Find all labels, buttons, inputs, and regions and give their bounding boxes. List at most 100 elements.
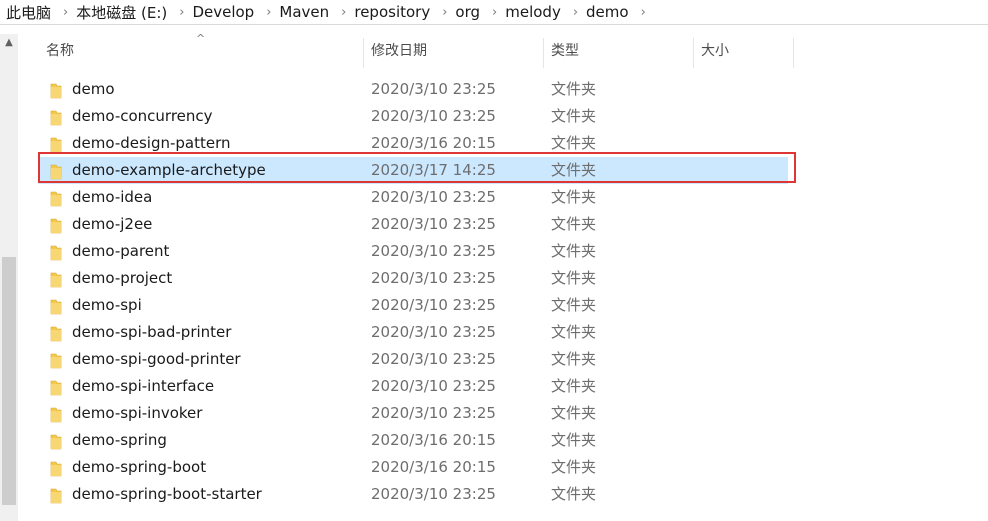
folder-icon <box>50 270 62 288</box>
file-type: 文件夹 <box>551 350 597 368</box>
folder-icon <box>50 162 62 180</box>
file-row[interactable]: demo-spi-good-printer 2020/3/10 23:25 文件夹 <box>38 346 788 373</box>
breadcrumb-item-demo[interactable]: demo <box>578 3 629 21</box>
chevron-right-icon[interactable]: › <box>629 5 646 20</box>
chevron-right-icon[interactable]: › <box>430 5 447 20</box>
file-type: 文件夹 <box>551 404 597 422</box>
chevron-right-icon[interactable]: › <box>561 5 578 20</box>
file-modified-date: 2020/3/10 23:25 <box>371 296 496 314</box>
file-row[interactable]: demo-example-archetype 2020/3/17 14:25 文件夹 <box>38 157 788 184</box>
file-modified-date: 2020/3/10 23:25 <box>371 377 496 395</box>
scrollbar-thumb[interactable] <box>2 257 16 505</box>
file-row[interactable]: demo-spi-invoker 2020/3/10 23:25 文件夹 <box>38 400 788 427</box>
column-header-date[interactable]: 修改日期 <box>371 34 427 68</box>
file-row[interactable]: demo-project 2020/3/10 23:25 文件夹 <box>38 265 788 292</box>
folder-icon <box>50 297 62 315</box>
folder-icon <box>50 486 62 504</box>
scroll-up-arrow-icon[interactable]: ▲ <box>4 38 14 48</box>
file-row[interactable]: demo-design-pattern 2020/3/16 20:15 文件夹 <box>38 130 788 157</box>
breadcrumb-item-drive-e[interactable]: 本地磁盘 (E:) <box>68 2 167 23</box>
folder-icon <box>50 432 62 450</box>
file-type: 文件夹 <box>551 485 597 503</box>
file-type: 文件夹 <box>551 296 597 314</box>
file-name: demo-example-archetype <box>72 161 266 179</box>
file-type: 文件夹 <box>551 269 597 287</box>
file-row[interactable]: demo-idea 2020/3/10 23:25 文件夹 <box>38 184 788 211</box>
file-row[interactable]: demo 2020/3/10 23:25 文件夹 <box>38 76 788 103</box>
folder-icon <box>50 216 62 234</box>
file-type: 文件夹 <box>551 323 597 341</box>
file-type: 文件夹 <box>551 80 597 98</box>
file-row[interactable]: demo-spi 2020/3/10 23:25 文件夹 <box>38 292 788 319</box>
chevron-right-icon[interactable]: › <box>51 5 68 20</box>
file-modified-date: 2020/3/10 23:25 <box>371 404 496 422</box>
file-modified-date: 2020/3/16 20:15 <box>371 458 496 476</box>
column-header: ^ 名称 修改日期 类型 大小 <box>18 32 988 68</box>
column-header-type[interactable]: 类型 <box>551 34 579 68</box>
file-modified-date: 2020/3/10 23:25 <box>371 80 496 98</box>
file-type: 文件夹 <box>551 458 597 476</box>
file-name: demo-spring <box>72 431 167 449</box>
breadcrumb-item-this-pc[interactable]: 此电脑 <box>0 2 51 23</box>
file-name: demo <box>72 80 115 98</box>
folder-icon <box>50 81 62 99</box>
column-header-size[interactable]: 大小 <box>701 34 729 68</box>
file-type: 文件夹 <box>551 161 597 179</box>
file-modified-date: 2020/3/10 23:25 <box>371 107 496 125</box>
file-name: demo-design-pattern <box>72 134 231 152</box>
file-modified-date: 2020/3/10 23:25 <box>371 485 496 503</box>
chevron-right-icon[interactable]: › <box>329 5 346 20</box>
file-name: demo-spi <box>72 296 142 314</box>
file-name: demo-idea <box>72 188 153 206</box>
file-row[interactable]: demo-spi-bad-printer 2020/3/10 23:25 文件夹 <box>38 319 788 346</box>
file-type: 文件夹 <box>551 431 597 449</box>
folder-icon <box>50 135 62 153</box>
file-row[interactable]: demo-spi-interface 2020/3/10 23:25 文件夹 <box>38 373 788 400</box>
breadcrumb-item-org[interactable]: org <box>447 3 480 21</box>
breadcrumb-item-develop[interactable]: Develop <box>184 3 254 21</box>
file-row[interactable]: demo-concurrency 2020/3/10 23:25 文件夹 <box>38 103 788 130</box>
folder-icon <box>50 405 62 423</box>
file-row[interactable]: demo-spring 2020/3/16 20:15 文件夹 <box>38 427 788 454</box>
file-type: 文件夹 <box>551 377 597 395</box>
sort-ascending-icon: ^ <box>196 32 206 45</box>
file-name: demo-spi-bad-printer <box>72 323 232 341</box>
column-divider[interactable] <box>793 38 794 68</box>
chevron-right-icon[interactable]: › <box>254 5 271 20</box>
file-type: 文件夹 <box>551 188 597 206</box>
file-modified-date: 2020/3/16 20:15 <box>371 134 496 152</box>
file-name: demo-spring-boot <box>72 458 207 476</box>
column-divider[interactable] <box>543 38 544 68</box>
folder-icon <box>50 243 62 261</box>
breadcrumb-item-maven[interactable]: Maven <box>271 3 329 21</box>
column-header-name[interactable]: 名称 <box>46 34 74 68</box>
file-name: demo-j2ee <box>72 215 153 233</box>
breadcrumb-item-melody[interactable]: melody <box>497 3 561 21</box>
breadcrumb-item-repository[interactable]: repository <box>346 3 430 21</box>
file-row[interactable]: demo-j2ee 2020/3/10 23:25 文件夹 <box>38 211 788 238</box>
file-modified-date: 2020/3/10 23:25 <box>371 350 496 368</box>
chevron-right-icon[interactable]: › <box>480 5 497 20</box>
file-row[interactable]: demo-spring-boot 2020/3/16 20:15 文件夹 <box>38 454 788 481</box>
folder-icon <box>50 324 62 342</box>
folder-icon <box>50 189 62 207</box>
folder-icon <box>50 351 62 369</box>
vertical-scrollbar[interactable]: ▲ <box>0 34 18 521</box>
file-modified-date: 2020/3/10 23:25 <box>371 323 496 341</box>
file-modified-date: 2020/3/10 23:25 <box>371 269 496 287</box>
file-name: demo-spring-boot-starter <box>72 485 262 503</box>
column-divider[interactable] <box>363 38 364 68</box>
file-name: demo-project <box>72 269 173 287</box>
file-row[interactable]: demo-spring-boot-starter 2020/3/10 23:25 文… <box>38 481 788 508</box>
file-modified-date: 2020/3/17 14:25 <box>371 161 496 179</box>
file-type: 文件夹 <box>551 134 597 152</box>
column-divider[interactable] <box>693 38 694 68</box>
file-type: 文件夹 <box>551 107 597 125</box>
file-row[interactable]: demo-parent 2020/3/10 23:25 文件夹 <box>38 238 788 265</box>
folder-icon <box>50 459 62 477</box>
chevron-right-icon[interactable]: › <box>167 5 184 20</box>
file-modified-date: 2020/3/10 23:25 <box>371 215 496 233</box>
file-name: demo-concurrency <box>72 107 213 125</box>
file-modified-date: 2020/3/10 23:25 <box>371 188 496 206</box>
file-name: demo-spi-interface <box>72 377 215 395</box>
